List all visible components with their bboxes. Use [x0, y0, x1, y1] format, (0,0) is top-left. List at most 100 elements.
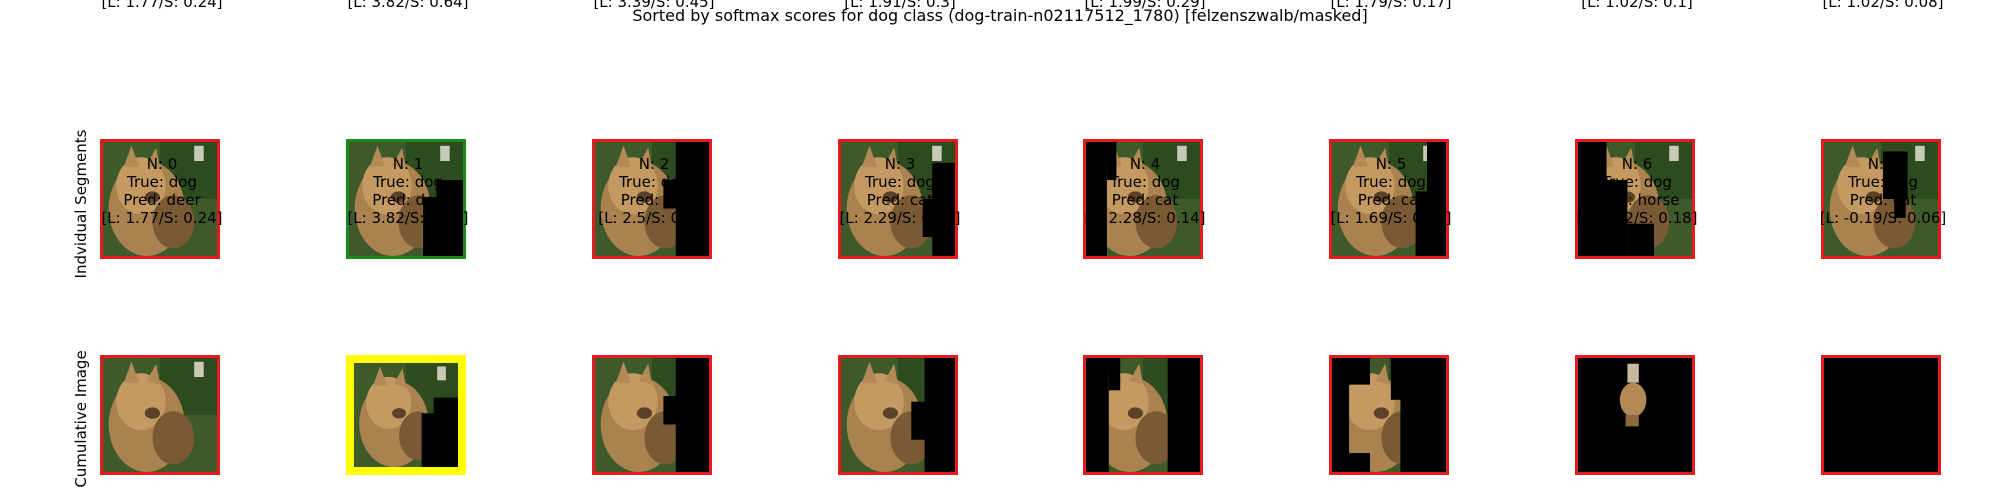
panel-image [1575, 355, 1695, 475]
caption-n: N: 4 [1129, 155, 1161, 173]
panel-caption: N: 5 True: dog Pred: cat [L: 1.69/S: 0.17] [1289, 155, 1493, 227]
caption-pred: Pred: deer [123, 191, 201, 209]
panel-caption: N: 7 True: dog Pred: cat [L: -0.19/S: 0.06] [1781, 155, 1985, 227]
mask-region [1390, 358, 1405, 400]
mask-region [1627, 223, 1654, 256]
panel-caption: N: 6True: dogPred: bird[L: 1.02/S: 0.1] [1535, 0, 1739, 11]
dog-nose [144, 407, 160, 419]
panel-caption: N: 0True: dogPred: deer[L: 1.77/S: 0.24] [60, 155, 264, 227]
caption-score: [L: 2.28/S: 0.14] [1084, 209, 1206, 227]
panel-image [838, 355, 958, 475]
caption-true: True: dog [1848, 173, 1918, 191]
panel-caption: N: 6 True: dog Pred: horse [L: 1.82/S: 0.18… [1535, 155, 1739, 227]
caption-n: N: 5 [1375, 155, 1407, 173]
mask-region [1824, 358, 1938, 472]
panel-caption: N: 1True: dogPred: dog[L: 3.82/S: 0.64] [306, 155, 510, 227]
mask-region [1167, 358, 1200, 472]
bright-spot [194, 361, 204, 377]
panel-caption: N: 2 True: dog Pred: cat [L: 2.5/S: 0.14] [552, 155, 756, 227]
panel-caption: N: 7True: dogPred: cat[L: 1.02/S: 0.08] [1781, 0, 1985, 11]
masked-photo [841, 358, 955, 472]
caption-score: [L: 1.02/S: 0.1] [1581, 0, 1693, 11]
caption-score: [L: 1.79/S: 0.17] [1330, 0, 1452, 11]
caption-score: [L: 1.77/S: 0.24] [101, 0, 223, 11]
dog-second [152, 411, 195, 465]
caption-pred: Pred: dog [372, 191, 444, 209]
mask-region [1349, 453, 1370, 472]
caption-score: [L: 2.5/S: 0.14] [598, 209, 710, 227]
panel-caption: N: 5True: dogPred: deer[L: 1.79/S: 0.17] [1289, 0, 1493, 11]
caption-pred: Pred: cat [1111, 191, 1179, 209]
caption-pred: Pred: cat [1849, 191, 1917, 209]
panel-image [592, 355, 712, 475]
caption-score: [L: 1.91/S: 0.3] [844, 0, 956, 11]
caption-score: [L: 3.82/S: 0.64] [347, 0, 469, 11]
mask-region [1400, 358, 1446, 472]
caption-true: True: dog [1602, 173, 1672, 191]
caption-score: [L: 1.02/S: 0.08] [1822, 0, 1944, 11]
mask-region [663, 396, 677, 425]
dog-nose [392, 408, 406, 419]
caption-n: N: 1 [392, 155, 424, 173]
caption-n: N: 6 [1621, 155, 1653, 173]
panel-image [346, 355, 466, 475]
panel-image [1083, 355, 1203, 475]
caption-pred: Pred: cat [866, 191, 934, 209]
remaining-segment [1627, 363, 1639, 383]
panel-caption: N: 4 True: dog Pred: cat [L: 2.28/S: 0.14] [1043, 155, 1247, 227]
caption-true: True: dog [373, 173, 443, 191]
panel-caption: N: 2True: dogPred: cat[L: 3.39/S: 0.45] [552, 0, 756, 11]
caption-n: N: 2 [638, 155, 670, 173]
caption-score: [L: -0.19/S: 0.06] [1819, 209, 1947, 227]
caption-pred: Pred: cat [1357, 191, 1425, 209]
caption-score: [L: 1.99/S: 0.29] [1084, 0, 1206, 11]
caption-score: [L: 3.82/S: 0.64] [347, 209, 469, 227]
masked-photo [1086, 358, 1200, 472]
caption-n: N: 3 [884, 155, 916, 173]
mask-region [1332, 358, 1350, 472]
caption-true: True: dog [865, 173, 935, 191]
masked-photo [595, 358, 709, 472]
caption-true: True: dog [1110, 173, 1180, 191]
mask-region [675, 358, 709, 472]
caption-pred: Pred: cat [620, 191, 688, 209]
mask-region [911, 401, 927, 440]
dog-nose [636, 407, 652, 419]
masked-photo [1824, 358, 1938, 472]
caption-score: [L: 1.82/S: 0.18] [1576, 209, 1698, 227]
remaining-segment [1619, 382, 1647, 417]
panel-image [100, 355, 220, 475]
panel-caption: N: 1True: dogPred: dog[L: 3.82/S: 0.64] [306, 0, 510, 11]
panel-caption: N: 3True: dogPred: deer[L: 1.91/S: 0.3] [798, 0, 1002, 11]
caption-n: N: 0 [146, 155, 178, 173]
mask-region [433, 397, 458, 415]
panel-image [1329, 355, 1449, 475]
masked-photo [1578, 358, 1692, 472]
panel-caption: N: 3 True: dog Pred: cat [L: 2.29/S: 0.07] [798, 155, 1002, 227]
caption-score: [L: 2.29/S: 0.07] [839, 209, 961, 227]
caption-pred: Pred: horse [1594, 191, 1680, 209]
dog-nose [1127, 407, 1143, 419]
caption-n: N: 7 [1867, 155, 1899, 173]
caption-score: [L: 3.39/S: 0.45] [593, 0, 715, 11]
caption-true: True: dog [619, 173, 689, 191]
mask-region [1108, 358, 1121, 391]
caption-score: [L: 1.77/S: 0.24] [101, 209, 223, 227]
masked-photo [354, 363, 458, 467]
remaining-segment [1625, 415, 1639, 427]
mask-region [421, 413, 458, 467]
panel-caption: N: 0True: dogPred: deer[L: 1.77/S: 0.24] [60, 0, 264, 11]
dog-nose [1373, 407, 1389, 419]
masked-photo [103, 358, 217, 472]
mask-region [924, 358, 955, 472]
masked-photo [1332, 358, 1446, 472]
caption-true: True: dog [1356, 173, 1426, 191]
caption-true: True: dog [127, 173, 197, 191]
panel-image [1821, 355, 1941, 475]
bright-spot [437, 366, 446, 381]
row-label-cumulative: Cumulative Image [72, 350, 90, 488]
mask-region [1086, 358, 1109, 472]
panel-caption: N: 4True: dogPred: deer[L: 1.99/S: 0.29] [1043, 0, 1247, 11]
dog-nose [882, 407, 898, 419]
caption-score: [L: 1.69/S: 0.17] [1330, 209, 1452, 227]
